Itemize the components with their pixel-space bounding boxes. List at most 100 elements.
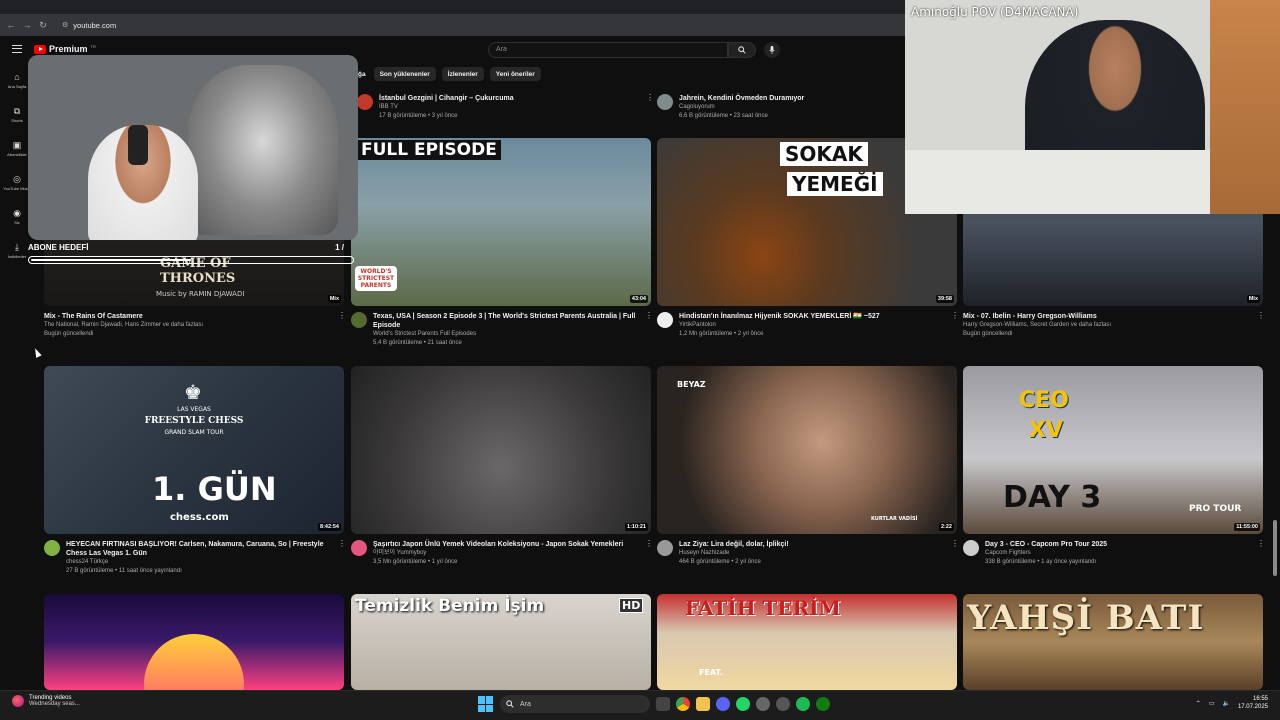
page-scrollbar[interactable] (1273, 520, 1277, 576)
channel-name[interactable]: Huseyn Nazhizade (679, 549, 945, 558)
video-card[interactable]: BEYAZ KURTLAR VADİSİ 2:22 Laz Ziya: Lira… (657, 366, 959, 567)
search-button[interactable] (728, 42, 756, 58)
channel-avatar[interactable] (351, 312, 367, 328)
more-options-icon[interactable]: ⋮ (646, 94, 654, 121)
more-options-icon[interactable]: ⋮ (1257, 312, 1265, 339)
channel-avatar[interactable] (657, 540, 673, 556)
shorts-icon: ⧉ (13, 106, 21, 116)
video-title[interactable]: Jahrein, Kendini Övmeden Duramıyor (679, 94, 943, 103)
chip-recently-uploaded[interactable]: Son yüklenenler (373, 67, 436, 81)
video-card[interactable]: Temizlik Benim İşim HD (351, 594, 651, 690)
video-title[interactable]: Mix - The Rains Of Castamere (44, 312, 332, 321)
address-bar[interactable]: ⚙ youtube.com (62, 21, 116, 30)
more-options-icon[interactable]: ⋮ (338, 312, 346, 339)
video-thumbnail[interactable]: FULL EPISODE WORLD'S STRICTEST PARENTS 4… (351, 138, 651, 306)
channel-name[interactable]: 야미보이 Yummyboy (373, 549, 639, 558)
video-title[interactable]: Şaşırtıcı Japon Ünlü Yemek Videoları Kol… (373, 540, 639, 549)
video-thumbnail[interactable]: 1:10:21 (351, 366, 651, 534)
user-icon: ◉ (13, 208, 21, 218)
hd-badge: HD (619, 598, 644, 613)
more-options-icon[interactable]: ⋮ (645, 312, 653, 348)
video-card[interactable]: FULL EPISODE WORLD'S STRICTEST PARENTS 4… (351, 138, 653, 348)
chrome-icon[interactable] (676, 697, 690, 711)
video-card[interactable]: ♚ LAS VEGAS FREESTYLE CHESS GRAND SLAM T… (44, 366, 346, 576)
more-options-icon[interactable]: ⋮ (338, 540, 346, 576)
volume-icon[interactable]: 🔈 (1222, 700, 1229, 707)
discord-icon[interactable] (716, 697, 730, 711)
reload-icon[interactable]: ↻ (38, 20, 48, 31)
mouse-cursor-icon (32, 347, 42, 358)
video-card[interactable]: CEO XV DAY 3 PRO TOUR 11:55:00 Day 3 - C… (963, 366, 1265, 567)
video-stats: 27 B görüntüleme • 11 saat önce yayınlan… (66, 568, 182, 574)
video-card[interactable]: FATİH TERİM FEAT. (657, 594, 957, 690)
channel-avatar[interactable] (657, 312, 673, 328)
channel-name[interactable]: chess24 Türkçe (66, 558, 332, 567)
channel-name[interactable]: YirtikPantolon (679, 321, 945, 330)
more-options-icon[interactable]: ⋮ (1257, 540, 1265, 567)
channel-name[interactable]: Capcom Fighters (985, 549, 1251, 558)
video-thumbnail[interactable] (44, 594, 344, 690)
video-thumbnail[interactable]: CEO XV DAY 3 PRO TOUR 11:55:00 (963, 366, 1263, 534)
chip-watched[interactable]: İzlenenler (441, 67, 484, 81)
chevron-up-icon[interactable]: ⌃ (1196, 700, 1201, 707)
spotify-icon[interactable] (796, 697, 810, 711)
video-duration: 39:58 (935, 295, 954, 303)
video-thumbnail[interactable]: ♚ LAS VEGAS FREESTYLE CHESS GRAND SLAM T… (44, 366, 344, 534)
windows-start-icon[interactable] (478, 696, 494, 712)
app-icon[interactable] (776, 697, 790, 711)
voice-search-button[interactable] (764, 42, 780, 58)
video-thumbnail[interactable]: BEYAZ KURTLAR VADİSİ 2:22 (657, 366, 957, 534)
video-thumbnail[interactable]: FATİH TERİM FEAT. (657, 594, 957, 690)
video-stats: Bugün güncellendi (963, 331, 1013, 337)
site-info-icon[interactable]: ⚙ (62, 21, 68, 29)
xbox-icon[interactable] (816, 697, 830, 711)
video-card[interactable]: 1:10:21 Şaşırtıcı Japon Ünlü Yemek Video… (351, 366, 653, 567)
network-icon[interactable]: ▭ (1209, 700, 1215, 707)
hamburger-menu-icon[interactable] (12, 45, 22, 53)
news-widget[interactable]: Trending videos Wednesday seas... (12, 695, 80, 707)
channel-avatar[interactable] (357, 94, 373, 110)
taskbar-search[interactable]: Ara (500, 695, 650, 713)
channel-avatar[interactable] (657, 94, 673, 110)
search-input[interactable]: Ara (488, 42, 728, 58)
video-duration: 2:22 (938, 523, 954, 531)
clock[interactable]: 16:55 17.07.2025 (1238, 695, 1268, 711)
channel-avatar[interactable] (44, 540, 60, 556)
more-options-icon[interactable]: ⋮ (951, 540, 959, 567)
channel-logo-text: BEYAZ (677, 380, 706, 389)
obs-icon[interactable] (756, 697, 770, 711)
video-title[interactable]: Laz Ziya: Lira değil, dolar, İplikçi! (679, 540, 945, 549)
more-options-icon[interactable]: ⋮ (645, 540, 653, 567)
goal-progress-bar (28, 256, 354, 264)
task-view-icon[interactable] (656, 697, 670, 711)
more-options-icon[interactable]: ⋮ (951, 312, 959, 339)
video-title[interactable]: HEYECAN FIRTINASI BAŞLIYOR! Carlsen, Nak… (66, 540, 332, 558)
video-card[interactable]: YAHŞİ BATI (963, 594, 1263, 690)
youtube-logo[interactable]: Premium TR (34, 44, 96, 54)
channel-avatar[interactable] (963, 540, 979, 556)
video-title[interactable]: İstanbul Gezgini | Cihangir – Çukurcuma (379, 94, 640, 103)
video-thumbnail[interactable]: YAHŞİ BATI (963, 594, 1263, 690)
news-icon (12, 695, 24, 707)
channel-avatar[interactable] (351, 540, 367, 556)
video-title[interactable]: Texas, USA | Season 2 Episode 3 | The Wo… (373, 312, 639, 330)
thumbnail-text: 1. GÜN (152, 470, 277, 508)
video-title[interactable]: Hindistan'ın İnanılmaz Hijyenik SOKAK YE… (679, 312, 945, 321)
video-title[interactable]: Mix - 07. Ibelin - Harry Gregson-William… (963, 312, 1251, 321)
video-title[interactable]: Day 3 - CEO - Capcom Pro Tour 2025 (985, 540, 1251, 549)
back-icon[interactable]: ← (6, 20, 16, 30)
thumbnail-text: chess.com (170, 512, 229, 523)
channel-name[interactable]: İBB TV (379, 103, 640, 112)
video-thumbnail[interactable]: Temizlik Benim İşim HD (351, 594, 651, 690)
mix-badge: Mix (1246, 295, 1260, 303)
channel-name[interactable]: Cagoluyorum (679, 103, 943, 112)
file-explorer-icon[interactable] (696, 697, 710, 711)
whatsapp-icon[interactable] (736, 697, 750, 711)
video-card[interactable] (44, 594, 344, 690)
video-text: Şaşırtıcı Japon Ünlü Yemek Videoları Kol… (373, 540, 639, 567)
thumbnail-text: CEO (1019, 388, 1069, 413)
channel-name[interactable]: World's Strictest Parents Full Episodes (373, 330, 639, 339)
forward-icon[interactable]: → (22, 20, 32, 30)
chip-new-to-you[interactable]: Yeni öneriler (489, 67, 541, 81)
video-card[interactable]: İstanbul Gezgini | Cihangir – Çukurcuma … (357, 94, 654, 121)
